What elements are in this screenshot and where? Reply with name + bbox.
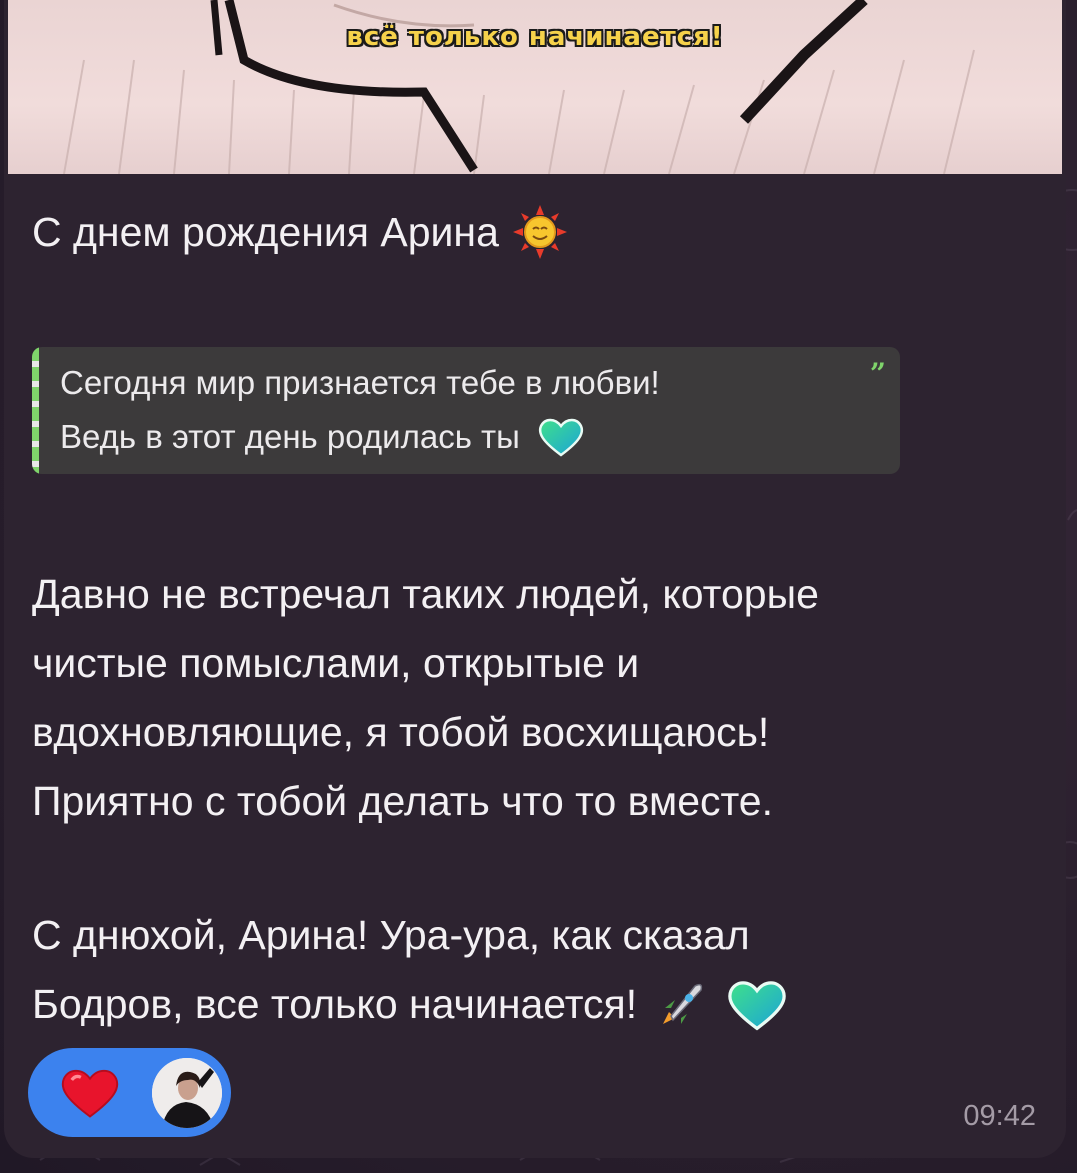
sun-face-icon bbox=[512, 205, 567, 259]
paragraph-2-line-2-row: Бодров, все только начинается! bbox=[32, 970, 787, 1039]
heading-text: С днем рождения Арина bbox=[32, 208, 499, 255]
avatar-image bbox=[152, 1058, 222, 1128]
message-bubble[interactable]: всё только начинается! С днем рождения А… bbox=[4, 0, 1066, 1158]
reaction-chip[interactable] bbox=[28, 1048, 231, 1137]
paragraph-1-line-2: чистые помыслами, открытые и bbox=[32, 640, 640, 686]
message-paragraph-1: Давно не встречал таких людей, которые ч… bbox=[32, 560, 819, 836]
avatar[interactable] bbox=[152, 1058, 222, 1128]
paragraph-1-line-3: вдохновляющие, я тобой восхищаюсь! bbox=[32, 709, 770, 755]
blockquote[interactable]: Сегодня мир признается тебе в любви! Вед… bbox=[32, 347, 900, 474]
gradient-heart-icon bbox=[538, 418, 583, 457]
quote-line-2: Ведь в этот день родилась ты bbox=[60, 417, 584, 457]
paragraph-2-line-1: С днюхой, Арина! Ура-ура, как сказал bbox=[32, 912, 750, 958]
message-heading: С днем рождения Арина bbox=[32, 205, 567, 259]
gradient-heart-icon bbox=[728, 980, 786, 1030]
paragraph-2-line-2: Бодров, все только начинается! bbox=[32, 981, 638, 1027]
video-caption: всё только начинается! bbox=[346, 22, 724, 52]
red-heart-icon bbox=[61, 1069, 119, 1118]
message-paragraph-2: С днюхой, Арина! Ура-ура, как сказал Бод… bbox=[32, 901, 787, 1039]
video-preview[interactable]: всё только начинается! bbox=[4, 0, 1066, 174]
quote-accent-bar bbox=[32, 347, 39, 474]
paragraph-1-line-1: Давно не встречал таких людей, которые bbox=[32, 571, 819, 617]
quote-line-2-text: Ведь в этот день родилась ты bbox=[60, 418, 520, 455]
message-timestamp: 09:42 bbox=[963, 1100, 1036, 1132]
quote-mark-icon: ” bbox=[869, 357, 886, 390]
quote-line-1: Сегодня мир признается тебе в любви! bbox=[60, 364, 660, 401]
paragraph-1-line-4: Приятно с тобой делать что то вместе. bbox=[32, 778, 774, 824]
rocket-icon bbox=[663, 983, 703, 1024]
